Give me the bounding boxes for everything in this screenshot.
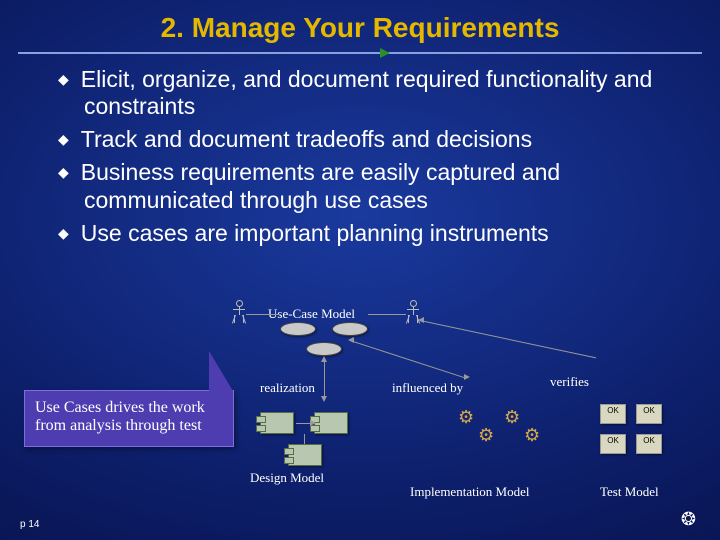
actor-icon [232,300,246,328]
use-case-icon [280,322,316,336]
callout-box: Use Cases drives the work from analysis … [24,390,234,447]
gear-icon: ⚙ [458,408,476,426]
arrow-icon [310,420,316,426]
arrow-icon [418,317,424,323]
test-box-icon: OK [600,404,626,424]
bullet-item: Elicit, organize, and document required … [58,66,680,120]
gear-icon: ⚙ [524,426,542,444]
test-box-icon: OK [636,434,662,454]
connector [324,358,325,398]
slide-title: 2. Manage Your Requirements [0,0,720,52]
arrow-icon [321,356,327,362]
connector [420,320,596,358]
gear-icon: ⚙ [504,408,522,426]
connector [368,314,406,315]
title-rule [0,52,720,54]
test-box-icon: OK [636,404,662,424]
label-design-model: Design Model [250,470,324,486]
label-use-case-model: Use-Case Model [268,306,355,322]
component-icon [314,412,348,434]
label-implementation-model: Implementation Model [410,484,530,500]
label-realization: realization [260,380,315,396]
connector [246,314,280,315]
connector [350,340,464,378]
use-case-icon [306,342,342,356]
component-icon [260,412,294,434]
label-test-model: Test Model [600,484,659,500]
arrow-icon [348,337,354,343]
bullet-list: Elicit, organize, and document required … [0,54,720,247]
use-case-diagram: Use-Case Model realization influenced by… [220,300,700,500]
label-verifies: verifies [550,374,589,390]
use-case-icon [332,322,368,336]
arrow-icon [321,396,327,402]
component-icon [288,444,322,466]
bullet-item: Business requirements are easily capture… [58,159,680,213]
label-influenced-by: influenced by [392,380,463,396]
logo-gear-icon: ❂ [681,509,696,530]
bullet-item: Use cases are important planning instrum… [58,220,680,247]
page-number: p 14 [20,519,39,530]
connector [304,434,305,444]
actor-icon [406,300,420,328]
bullet-item: Track and document tradeoffs and decisio… [58,126,680,153]
test-box-icon: OK [600,434,626,454]
rule-arrow-icon [380,48,390,58]
arrow-icon [464,374,470,380]
gear-icon: ⚙ [478,426,496,444]
